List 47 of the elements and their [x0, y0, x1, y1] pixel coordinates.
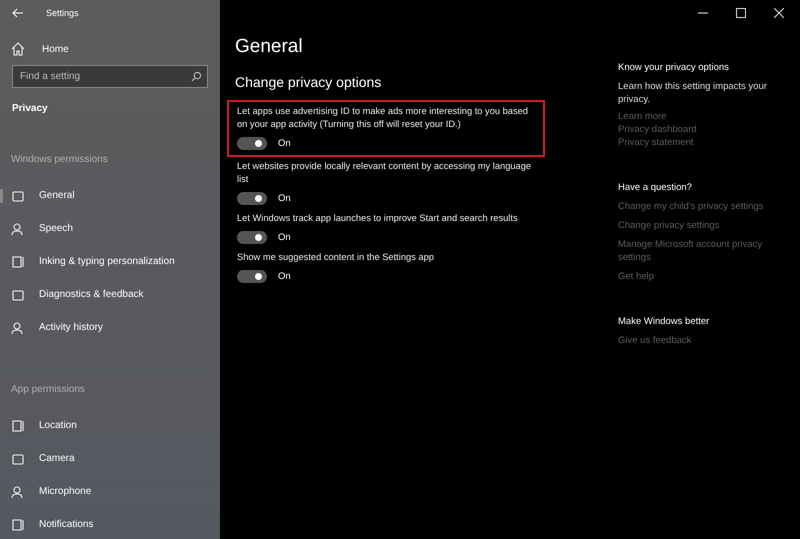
group-header: Windows permissions — [10, 153, 109, 167]
section-heading: Change privacy options — [235, 74, 382, 90]
toggle-switch[interactable] — [237, 231, 267, 244]
sidebar-item[interactable]: Location — [0, 409, 220, 442]
aside-heading: Make Windows better — [618, 316, 710, 327]
window-title: Settings — [46, 8, 79, 18]
toggle-state-label: On — [278, 193, 291, 204]
sidebar-item[interactable]: General — [0, 179, 220, 212]
toggle-switch[interactable] — [237, 192, 267, 205]
category-icon — [11, 452, 25, 466]
category-icon — [11, 518, 25, 532]
search-field[interactable]: Find a setting — [12, 65, 208, 88]
sidebar-item[interactable]: Activity history — [0, 311, 220, 344]
aside-text: Learn how this setting impacts your privacy. — [618, 80, 768, 106]
toggle-state-label: On — [278, 271, 291, 282]
sidebar-item[interactable]: Microphone — [0, 475, 220, 508]
category-icon — [11, 288, 25, 302]
page-title: General — [235, 36, 304, 58]
search-icon — [191, 71, 202, 82]
category-icon — [11, 188, 25, 202]
option-description: Show me suggested content in the Settings app — [237, 251, 435, 264]
maximize-icon[interactable] — [736, 8, 746, 18]
category-icon — [11, 484, 25, 498]
aside-heading: Know your privacy options — [618, 62, 730, 73]
toggle-state-label: On — [278, 138, 291, 149]
category-icon — [11, 320, 25, 334]
back-arrow-icon[interactable] — [12, 8, 24, 18]
section-title: Privacy — [11, 102, 49, 114]
sidebar-item[interactable]: Speech — [0, 212, 220, 245]
sidebar-item[interactable]: Diagnostics & feedback — [0, 278, 220, 311]
toggle-state-label: On — [278, 232, 291, 243]
option-description: Let websites provide locally relevant content by accessing my language list — [237, 160, 532, 186]
group-header: App permissions — [10, 383, 86, 397]
option-description: Let Windows track app launches to improve Start and search results — [237, 212, 519, 225]
home-link[interactable]: Home — [42, 44, 69, 54]
option-description: Let apps use advertising ID to make ads more interesting to you based on your app activity (Turning this off will reset your ID.) — [237, 105, 529, 131]
sidebar-item[interactable]: Notifications — [0, 508, 220, 539]
sidebar-item[interactable]: Inking & typing personalization — [0, 245, 220, 278]
aside-heading: Have a question? — [618, 182, 693, 193]
close-icon[interactable] — [774, 8, 784, 18]
category-icon — [11, 254, 25, 268]
category-icon — [11, 418, 25, 432]
toggle-switch[interactable] — [237, 270, 267, 283]
toggle-switch[interactable] — [237, 137, 267, 150]
category-icon — [11, 222, 25, 236]
sidebar-item[interactable]: Camera — [0, 442, 220, 475]
home-icon — [11, 42, 25, 56]
